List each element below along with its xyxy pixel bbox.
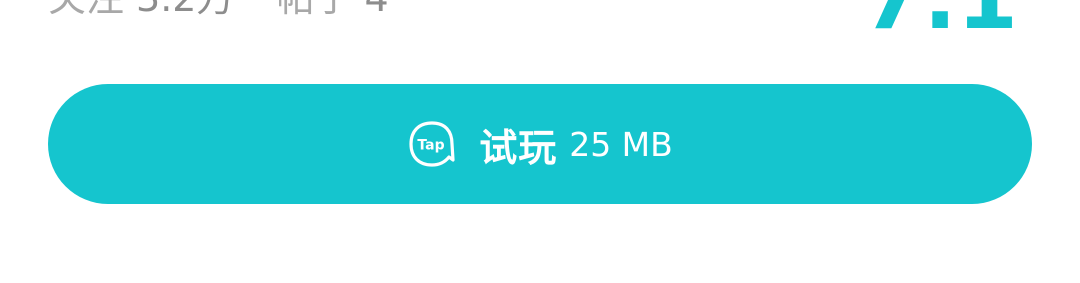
trial-button-label: 试玩	[479, 125, 558, 170]
tap-icon-text: Tap	[418, 138, 445, 154]
taptap-logo-icon: Tap	[407, 119, 457, 169]
posts-stat[interactable]: 帖子 4	[276, 0, 388, 22]
posts-value: 4	[364, 0, 388, 22]
trial-play-button[interactable]: Tap 试玩 25 MB	[48, 84, 1032, 204]
followers-value: 3.2万	[136, 0, 234, 22]
download-size: 25 MB	[569, 124, 673, 164]
game-detail-section: 关注 3.2万 帖子 4 7.1 Tap 试玩 25 MB	[0, 0, 1080, 283]
followers-label: 关注	[48, 0, 124, 22]
trial-button-content: Tap 试玩 25 MB	[407, 117, 673, 172]
followers-stat[interactable]: 关注 3.2万	[48, 0, 234, 22]
rating-score: 7.1	[862, 0, 1018, 48]
posts-label: 帖子	[276, 0, 352, 22]
stats-row: 关注 3.2万 帖子 4	[48, 0, 389, 22]
